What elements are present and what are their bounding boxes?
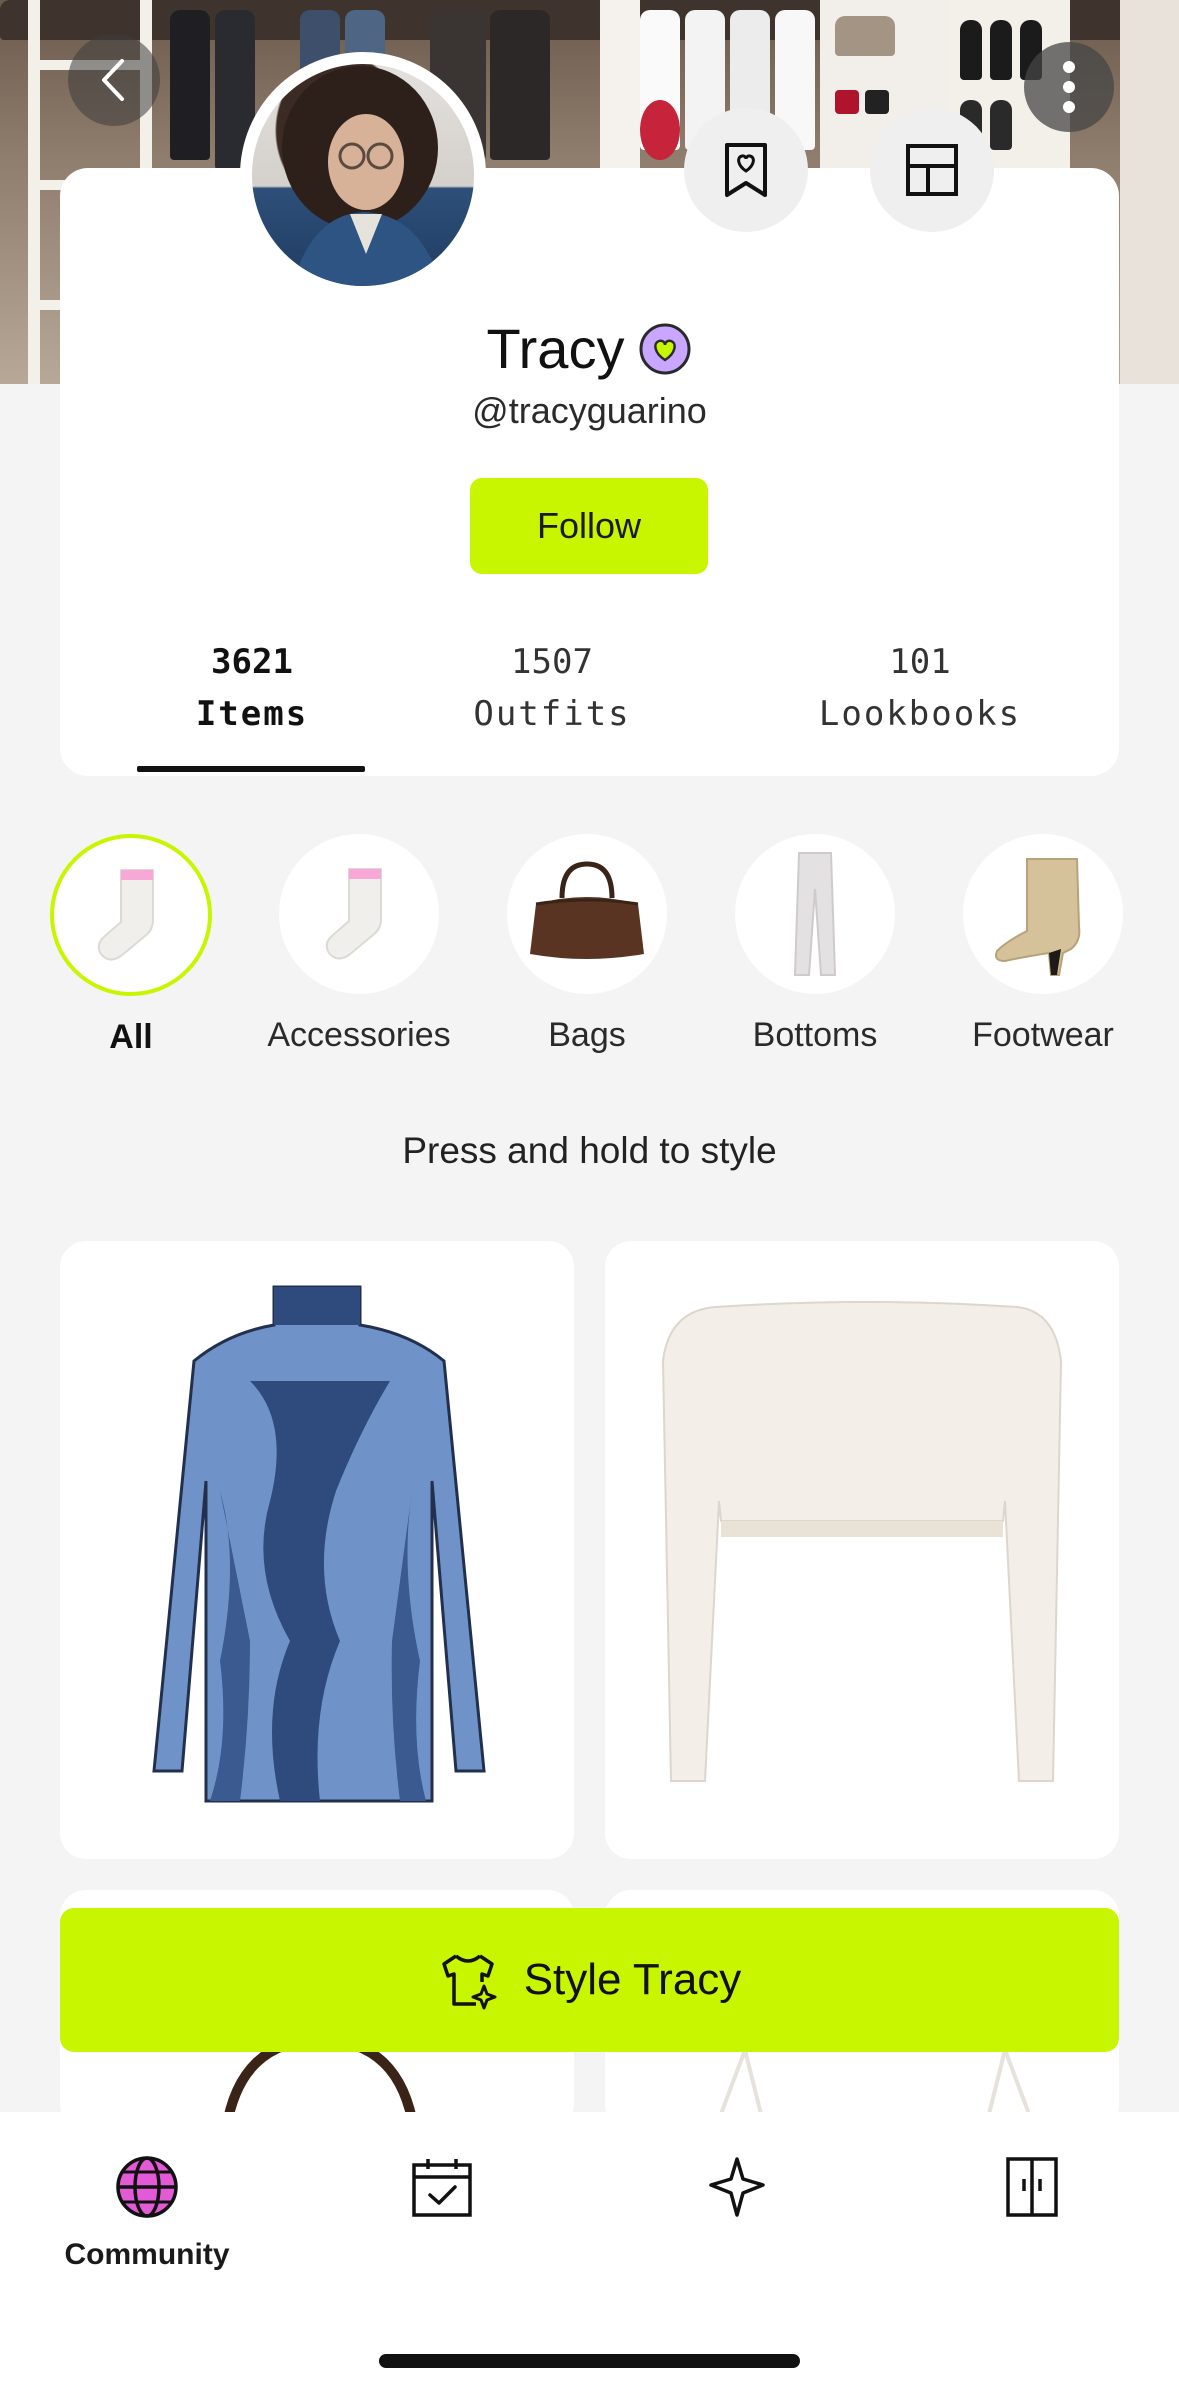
category-bottoms[interactable]: Bottoms [701,834,929,1055]
home-indicator [379,2354,800,2368]
sock-icon [97,869,154,961]
profile-name: Tracy [486,317,625,380]
bookmark-heart-icon [725,143,767,197]
nav-community[interactable]: Community [47,2152,247,2272]
profile-name-row: Tracy [60,316,1119,381]
items-count: 3621 [211,642,293,682]
chevron-left-icon [102,59,124,101]
tab-items[interactable]: 3621 Items [157,636,347,740]
item-card[interactable] [605,1241,1119,1859]
follow-button[interactable]: Follow [470,478,708,574]
layout-grid-icon [906,144,958,196]
back-button[interactable] [68,34,160,126]
outfits-count: 1507 [511,642,593,682]
category-label: Bags [548,1016,626,1054]
profile-handle: @tracyguarino [472,390,707,431]
category-label: Accessories [267,1016,451,1054]
heart-badge-icon [639,323,691,374]
nav-community-label: Community [64,2238,230,2271]
lookbooks-label: Lookbooks [818,694,1022,734]
boot-icon [995,858,1081,976]
category-accessories[interactable]: Accessories [245,834,473,1055]
items-label: Items [195,694,309,734]
category-bags[interactable]: Bags [473,834,701,1055]
nav-style[interactable] [637,2152,837,2222]
more-vertical-icon [1063,61,1075,113]
calendar-check-icon [412,2159,472,2217]
closet-icon [1006,2157,1058,2217]
tab-outfits[interactable]: 1507 Outfits [457,636,647,740]
lookbooks-count: 101 [889,642,951,682]
category-label: All [109,1018,153,1056]
category-label: Footwear [972,1016,1114,1054]
top-image [661,1301,1063,1782]
save-lookbook-button[interactable] [684,108,808,232]
globe-icon [116,2156,178,2218]
style-hint: Press and hold to style [402,1130,777,1171]
category-footwear[interactable]: Footwear [929,834,1157,1055]
nav-calendar[interactable] [342,2152,542,2222]
stats-tabs: 3621 Items 1507 Outfits 101 Lookbooks [60,636,1119,776]
sparkle-icon [709,2157,765,2217]
shirt-sparkle-icon [441,1954,497,2010]
sock-icon [325,868,382,960]
active-tab-indicator [137,766,365,772]
outfits-label: Outfits [473,694,631,734]
avatar[interactable] [240,52,486,298]
tab-lookbooks[interactable]: 101 Lookbooks [800,636,1040,740]
category-label: Bottoms [752,1016,878,1054]
layout-view-button[interactable] [870,108,994,232]
dress-image [152,1285,486,1803]
pants-icon [793,852,837,976]
category-filter: All Accessories Bags Bottoms Footwear [0,834,1179,1074]
bag-icon [530,861,644,959]
style-cta-label: Style Tracy [523,1955,742,2004]
more-options-button[interactable] [1024,42,1114,132]
nav-closet[interactable] [932,2152,1132,2222]
profile-card: Tracy @tracyguarino Follow 3621 Items 15… [60,52,1119,776]
item-card[interactable] [60,1241,574,1859]
category-all[interactable]: All [17,834,245,1057]
style-cta-button[interactable]: Style Tracy [60,1908,1119,2052]
